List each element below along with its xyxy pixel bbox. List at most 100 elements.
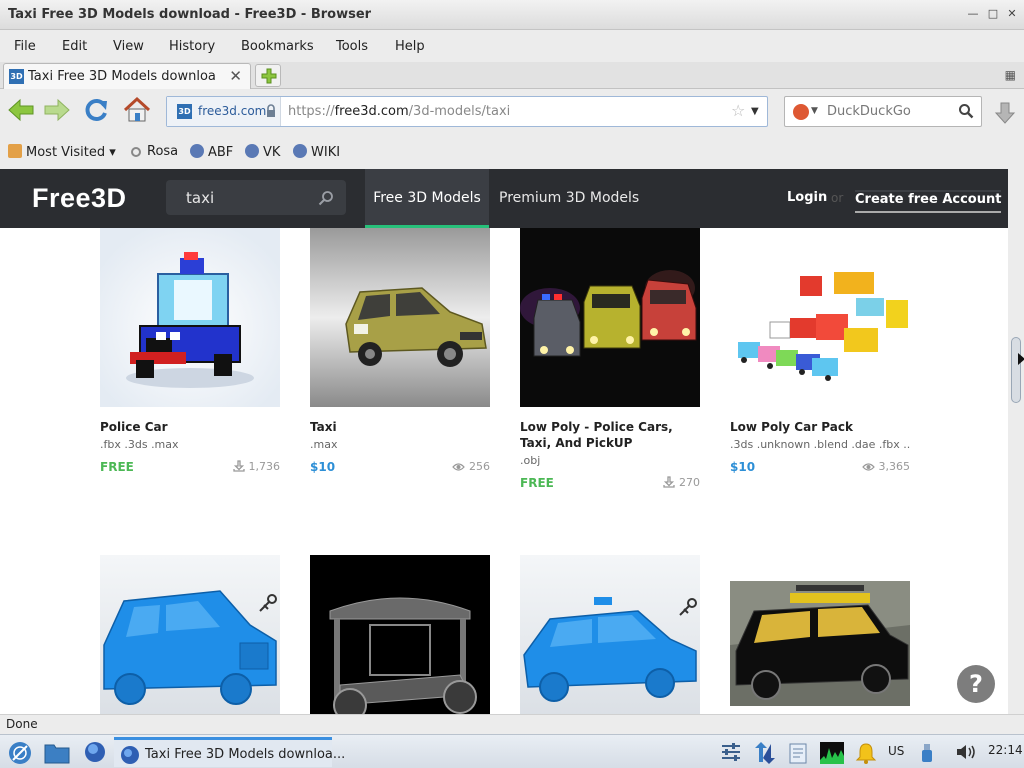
menu-bar: File Edit View History Bookmarks Tools H… [0, 30, 1024, 62]
or-separator: or [831, 191, 844, 205]
clock[interactable]: 22:14 [988, 743, 1023, 757]
start-menu-icon[interactable] [7, 740, 33, 766]
model-stat-value: 3,365 [878, 460, 911, 473]
url-scheme: https:// [288, 104, 335, 119]
model-card[interactable]: Low Poly - Police Cars, Taxi, And PickUP… [520, 228, 700, 492]
system-monitor-icon[interactable] [820, 742, 844, 764]
taskbar-browser-window[interactable]: Taxi Free 3D Models downloa... [114, 737, 345, 767]
settings-sliders-icon[interactable] [720, 742, 742, 762]
keyboard-layout-indicator[interactable]: US [888, 744, 904, 758]
new-tab-button[interactable] [255, 64, 281, 87]
maximize-button[interactable]: □ [986, 6, 1000, 22]
model-thumbnail-london-cab[interactable] [100, 555, 280, 714]
site-search-input[interactable]: taxi [166, 180, 346, 215]
model-card[interactable]: Low Poly Car Pack .3ds .unknown .blend .… [730, 228, 910, 476]
menu-edit[interactable]: Edit [62, 39, 87, 54]
model-thumbnail-taxi[interactable] [310, 228, 490, 407]
bookmark-most-visited[interactable]: Most Visited ▾ [8, 144, 116, 160]
bookmark-wiki[interactable]: WIKI [293, 144, 340, 160]
model-title[interactable]: Police Car [100, 419, 280, 435]
search-bar[interactable]: ▼ DuckDuckGo [784, 96, 982, 127]
eye-icon [861, 463, 875, 471]
notification-bell-icon[interactable] [855, 742, 877, 764]
create-account-link[interactable]: Create free Account [855, 190, 1002, 213]
network-updown-icon[interactable] [752, 742, 778, 764]
browser-tab[interactable]: 3D Taxi Free 3D Models download - F ✕ [3, 63, 251, 89]
bookmark-rosa[interactable]: Rosa [131, 144, 178, 159]
model-title[interactable]: Low Poly - Police Cars, Taxi, And PickUP [520, 419, 700, 451]
model-card[interactable] [730, 555, 910, 714]
taskbar: Taxi Free 3D Models downloa... US 22:14 [0, 734, 1024, 768]
site-identity-button[interactable]: 3D free3d.com [167, 97, 281, 126]
reload-icon[interactable] [81, 95, 111, 125]
usb-drive-icon[interactable] [921, 742, 933, 764]
tab-list-icon[interactable]: ▦ [1005, 68, 1016, 82]
scrollbar-thumb[interactable] [1011, 337, 1021, 403]
model-price: FREE [520, 476, 554, 490]
model-title[interactable]: Low Poly Car Pack [730, 419, 910, 435]
volume-speaker-icon[interactable] [955, 742, 977, 762]
menu-file[interactable]: File [14, 39, 36, 54]
model-formats: .fbx .3ds .max [100, 438, 179, 451]
back-arrow-icon[interactable] [6, 95, 36, 125]
bookmark-label: VK [263, 145, 281, 160]
model-thumbnail-blue-taxi[interactable] [520, 555, 700, 714]
model-thumbnail-black-taxi[interactable] [730, 555, 910, 714]
model-title[interactable]: Taxi [310, 419, 490, 435]
url-dropdown-icon[interactable]: ▼ [751, 106, 759, 117]
menu-history[interactable]: History [169, 39, 215, 54]
globe-icon [190, 144, 204, 158]
nav-premium-3d-models[interactable]: Premium 3D Models [499, 169, 639, 228]
plus-icon [261, 68, 277, 84]
close-window-button[interactable]: ✕ [1005, 6, 1019, 22]
most-visited-icon [8, 144, 22, 158]
close-tab-icon[interactable]: ✕ [229, 67, 242, 85]
forward-arrow-icon[interactable] [42, 95, 72, 125]
taskbar-window-label: Taxi Free 3D Models downloa... [145, 747, 346, 762]
vertical-scrollbar[interactable] [1008, 169, 1024, 714]
url-text[interactable]: https://free3d.com/3d-models/taxi [288, 104, 510, 119]
duckduckgo-icon[interactable] [793, 104, 809, 120]
bookmark-vk[interactable]: VK [245, 144, 280, 160]
file-manager-icon[interactable] [44, 741, 70, 765]
model-card[interactable] [520, 555, 700, 714]
site-search-value: taxi [186, 189, 215, 207]
download-arrow-icon[interactable] [992, 100, 1018, 126]
bookmark-star-icon[interactable]: ☆ [731, 101, 745, 120]
free3d-logo[interactable]: Free3D [32, 183, 127, 214]
model-stat: 3,365 [861, 460, 911, 473]
rosa-icon [131, 147, 141, 157]
model-thumbnail-low-poly-car-pack[interactable] [730, 228, 910, 407]
menu-tools[interactable]: Tools [336, 39, 368, 54]
model-thumbnail-tuk-tuk[interactable] [310, 555, 490, 714]
model-card[interactable]: Police Car .fbx .3ds .max FREE 1,736 [100, 228, 280, 476]
url-bar[interactable]: 3D free3d.com https://free3d.com/3d-mode… [166, 96, 768, 127]
clipboard-icon[interactable] [788, 742, 808, 764]
home-icon[interactable] [122, 95, 152, 125]
browser-icon[interactable] [83, 740, 107, 764]
search-icon[interactable] [958, 103, 974, 119]
minimize-button[interactable]: — [966, 6, 980, 22]
nav-free-3d-models[interactable]: Free 3D Models [365, 169, 489, 228]
menu-view[interactable]: View [113, 39, 144, 54]
bookmark-abf[interactable]: ABF [190, 144, 233, 160]
help-chat-button[interactable]: ? [957, 665, 995, 703]
search-input[interactable]: DuckDuckGo [827, 104, 911, 119]
browser-icon [121, 746, 139, 764]
menu-help[interactable]: Help [395, 39, 425, 54]
window-title: Taxi Free 3D Models download - Free3D - … [8, 7, 372, 22]
search-icon[interactable] [318, 190, 334, 206]
search-engine-dropdown-icon[interactable]: ▼ [811, 106, 818, 116]
globe-icon [245, 144, 259, 158]
model-thumbnail-police-car[interactable] [100, 228, 280, 407]
bookmark-label: ABF [208, 145, 234, 160]
menu-bookmarks[interactable]: Bookmarks [241, 39, 314, 54]
model-thumbnail-low-poly-police-cars[interactable] [520, 228, 700, 407]
download-icon [232, 460, 245, 472]
model-card[interactable]: Taxi .max $10 256 [310, 228, 490, 476]
model-card[interactable] [100, 555, 280, 714]
login-link[interactable]: Login [787, 190, 827, 205]
model-card[interactable] [310, 555, 490, 714]
model-stat: 1,736 [232, 460, 280, 473]
url-domain: free3d.com [334, 104, 409, 119]
